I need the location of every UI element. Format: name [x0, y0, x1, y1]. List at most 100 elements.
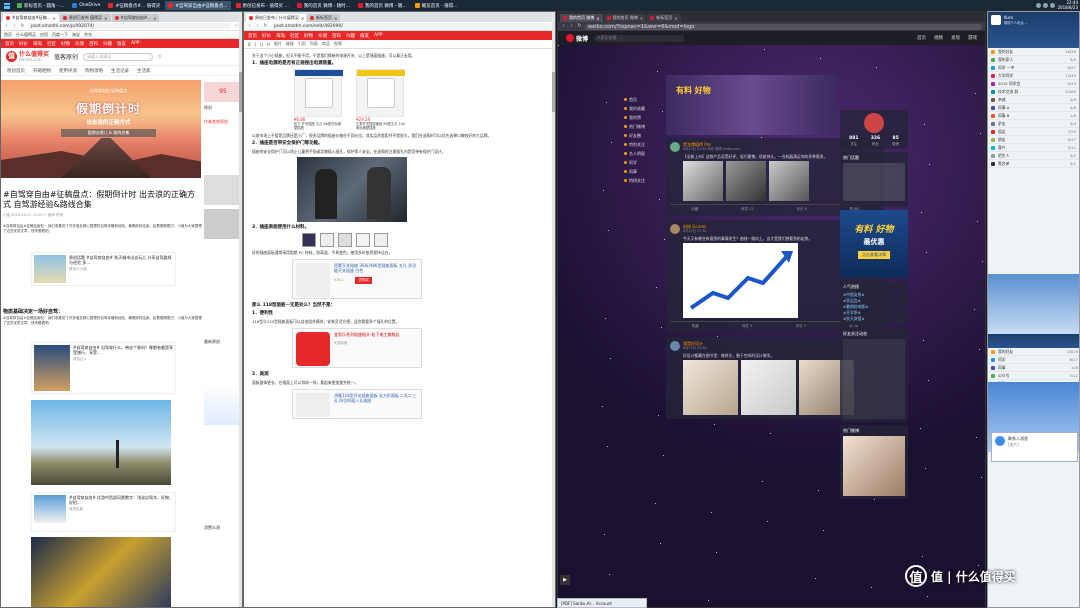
bottom-task-item[interactable]: [PDF] Sanku.Ar... Account [557, 598, 647, 608]
doc-photo-interview[interactable] [297, 157, 407, 222]
contact-group[interactable]: 我的家人 3/5 [988, 56, 1079, 64]
related-card[interactable]: #自驾穿自由# 自驾穿什么，带这个装吗？哪都有着是享受旅行，享受... 原创达人 [31, 342, 176, 394]
taskbar-item[interactable]: #自驾穿自由#征稿盘点... [165, 1, 231, 10]
site-nav-item[interactable]: 海淘 [33, 41, 42, 47]
site-nav-item[interactable]: 好物 [304, 33, 313, 39]
article-photo-kite[interactable] [31, 400, 171, 485]
box-content[interactable] [843, 436, 905, 496]
toolbar-button[interactable]: U [260, 42, 263, 47]
back-icon[interactable]: ‹ [4, 23, 9, 29]
rail-heading[interactable]: 作者其他原创 [204, 119, 242, 125]
back-icon[interactable]: ‹ [561, 24, 566, 29]
reload-icon[interactable]: ↻ [577, 24, 582, 29]
stat-posts[interactable]: 85 微博 [892, 136, 899, 146]
contact-group[interactable]: 陌生人 0/2 [988, 152, 1079, 160]
taskbar-item[interactable]: 新标签页 - 圆角 - ... [14, 1, 67, 10]
contact-group[interactable]: 同事 B 1/6 [988, 112, 1079, 120]
weibo-nav-item[interactable]: 视频 [934, 35, 943, 41]
weibo-nav-item[interactable]: 首页 [917, 35, 926, 41]
post-action-button[interactable]: 收藏 [691, 207, 698, 212]
search-input[interactable]: 请输入关键词 [83, 52, 154, 61]
forward-icon[interactable]: › [255, 23, 260, 29]
left-nav-item[interactable]: 好友圈 [624, 131, 664, 140]
contact-group[interactable]: 2015 同学会 5/13 [988, 80, 1079, 88]
user-avatar[interactable] [991, 15, 1001, 25]
site-nav-item[interactable]: 众测 [318, 33, 327, 39]
bookmark-item[interactable]: 应用 [40, 32, 48, 38]
taskbar-item[interactable]: 我的首页 微博 - 随... [355, 1, 410, 10]
bookmark-item[interactable]: 百度一下 [52, 32, 68, 38]
taskbar-item[interactable]: 原创已发布 - 值得买 ... [233, 1, 292, 10]
site-nav-item[interactable]: 社区 [47, 41, 56, 47]
product-card[interactable]: ¥6.80 松下 开关插座 五孔 86型白色墙壁插座 [294, 69, 344, 130]
rail-ad[interactable] [204, 385, 242, 425]
site-nav-item[interactable]: 兴趣 [346, 33, 355, 39]
left-nav-item[interactable]: 同学 [624, 158, 664, 167]
product-link-card[interactable]: 西蒙开关插座 36系列86型插座面板 五孔 多功能开关插座 白色 ¥16.2 去购… [292, 259, 422, 299]
left-nav-item[interactable]: 热门微博 [624, 122, 664, 131]
sub-nav-item[interactable]: 原创首页 [7, 68, 25, 74]
weibo-logo[interactable]: 微博 [566, 34, 588, 43]
site-nav-item[interactable]: 百科 [89, 41, 98, 47]
product-link-card[interactable]: 鸿雁118型开关插座面板 长方形面板 二孔二三孔 四位四插入孔插座 [292, 389, 422, 419]
rail-thumb[interactable] [204, 209, 242, 239]
tab-close-icon[interactable]: × [640, 16, 643, 21]
site-nav-item[interactable]: 首页 [248, 33, 257, 39]
toolbar-button[interactable]: H [267, 42, 270, 47]
contact-group[interactable]: 黑名单 0/1 [988, 160, 1079, 168]
left-nav-item[interactable]: 我的收藏 [624, 104, 664, 113]
contact-group[interactable]: 客户 3/11 [988, 144, 1079, 152]
left-nav-item[interactable]: 悄悄关注 [624, 176, 664, 185]
contact-group[interactable]: 大学同学 12/45 [988, 72, 1079, 80]
sub-nav-item[interactable]: 开箱晒物 [33, 68, 51, 74]
tab-close-icon[interactable]: × [153, 16, 156, 21]
tab-close-icon[interactable]: × [301, 16, 304, 21]
sub-nav-item[interactable]: 购物攻略 [85, 68, 103, 74]
scrollbar[interactable] [239, 12, 242, 607]
post-action-button[interactable]: 评论 8 [796, 207, 806, 212]
contact-group[interactable]: 同事 4/8 [988, 364, 1079, 372]
box-content[interactable] [843, 163, 905, 201]
post-image-chart[interactable] [683, 243, 798, 318]
avatar[interactable] [670, 142, 680, 152]
site-nav-item[interactable]: 好物 [61, 41, 70, 47]
clock[interactable]: 22:44 2018/8/23 [1057, 0, 1078, 10]
taskbar-item[interactable]: OneDrive [69, 1, 103, 10]
hero-banner[interactable]: 自驾穿自由 征稿盘点 假期倒计时 出去浪的正确方式 假期去哪儿 & 路线合集 [1, 80, 201, 178]
contact-group[interactable]: 我的好友 16/28 [988, 348, 1079, 356]
toolbar-button[interactable]: 链接 [286, 41, 294, 47]
ad-banner[interactable]: 有料 好物 最优惠 点击查看详情 [840, 210, 908, 278]
toolbar-button[interactable]: 图片 [274, 41, 282, 47]
left-nav-item[interactable]: 同事 [624, 167, 664, 176]
url-field[interactable]: weibo.com/?topnav=1&wvr=6&mod=logo [585, 23, 982, 30]
contact-group[interactable]: 同事 A 4/8 [988, 104, 1079, 112]
browser-tab[interactable]: 我的首页 微博 × [560, 14, 603, 22]
browser-tab[interactable]: #自驾穿自由#征稿... × [3, 14, 59, 22]
site-nav-item[interactable]: APP [374, 33, 383, 38]
bookmark-item[interactable]: 什么值得买 [16, 32, 36, 38]
left-nav-item[interactable]: 首页 [624, 95, 664, 104]
browser-tab[interactable]: #自驾穿自由#... × [111, 14, 160, 22]
site-nav-item[interactable]: 好价 [262, 33, 271, 39]
related-card[interactable]: 原创话题 #自驾穿自由# 秋天城市出去玩儿 分享自驾路线与经验 多... 原创小小… [31, 252, 176, 286]
contact-group[interactable]: 同学 8/27 [988, 356, 1079, 364]
product-card[interactable]: ¥29.29 正泰开关插座面板 86型五孔 10A 家用墙壁插座 [356, 69, 406, 130]
url-field[interactable]: post.smzdm.com/edit/492990/ [271, 23, 552, 29]
left-nav-item[interactable]: 我的赞 [624, 113, 664, 122]
site-nav-item[interactable]: 值友 [117, 41, 126, 47]
bookmark-item[interactable]: 首页 [4, 32, 12, 38]
site-nav-item[interactable]: 海淘 [276, 33, 285, 39]
post-action-button[interactable]: 转发 12 [741, 207, 754, 212]
site-nav-item[interactable]: 社区 [290, 33, 299, 39]
weibo-banner[interactable]: 有料 好物 [666, 75, 836, 135]
site-nav-item[interactable]: 好价 [19, 41, 28, 47]
start-button[interactable] [2, 1, 12, 10]
site-nav-item[interactable]: APP [131, 41, 140, 46]
contact-group[interactable]: 我的好友 16/28 [988, 48, 1079, 56]
browser-tab[interactable]: 原创已发布 值得买 × [59, 14, 111, 22]
toolbar-button[interactable]: 列表 [310, 41, 318, 47]
tab-close-icon[interactable]: × [104, 16, 107, 21]
url-field[interactable]: post.smzdm.com/p/492074/ [28, 23, 231, 29]
related-card[interactable]: #自驾穿自由# 优游中西部风景数字：浅谈自驾车、好物、好招... 值得买客 [31, 492, 176, 532]
tab-close-icon[interactable]: × [334, 16, 337, 21]
